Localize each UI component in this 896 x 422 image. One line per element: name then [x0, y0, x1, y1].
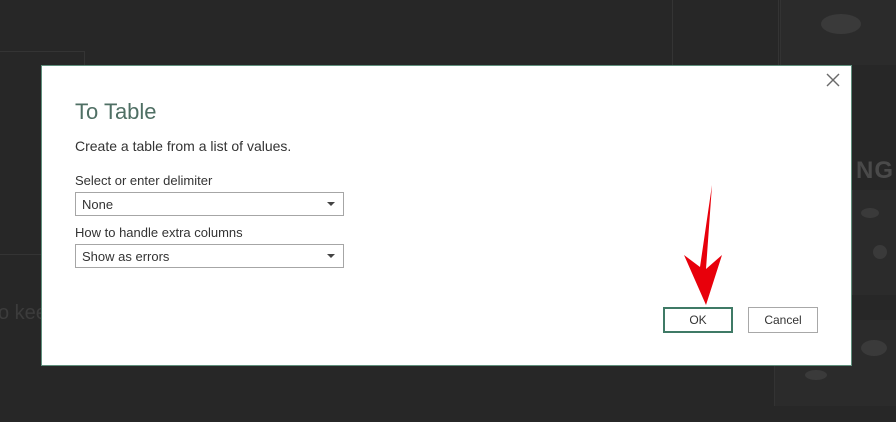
- background-thumbnail: [780, 0, 896, 65]
- background-heading-fragment: NG: [856, 157, 894, 184]
- extra-columns-select[interactable]: Show as errors: [75, 244, 344, 268]
- background-divider: [0, 51, 85, 52]
- delimiter-label: Select or enter delimiter: [75, 173, 213, 188]
- ok-button[interactable]: OK: [663, 307, 733, 333]
- to-table-dialog: To Table Create a table from a list of v…: [41, 65, 852, 366]
- background-divider: [672, 0, 673, 65]
- red-arrow-annotation-icon: [684, 185, 722, 305]
- delimiter-select[interactable]: None: [75, 192, 344, 216]
- background-divider: [778, 0, 779, 65]
- extra-columns-value: Show as errors: [82, 249, 170, 264]
- chevron-down-icon: [327, 202, 335, 206]
- dialog-title: To Table: [75, 99, 157, 124]
- background-divider: [84, 51, 85, 65]
- close-icon[interactable]: [823, 70, 843, 90]
- chevron-down-icon: [327, 254, 335, 258]
- background-text-fragment: o kee: [0, 302, 47, 324]
- dialog-description: Create a table from a list of values.: [75, 138, 292, 154]
- background-divider: [0, 254, 41, 255]
- delimiter-value: None: [82, 197, 114, 212]
- background-thumbnail: [852, 190, 896, 295]
- extra-columns-label: How to handle extra columns: [75, 225, 243, 240]
- cancel-button[interactable]: Cancel: [748, 307, 818, 333]
